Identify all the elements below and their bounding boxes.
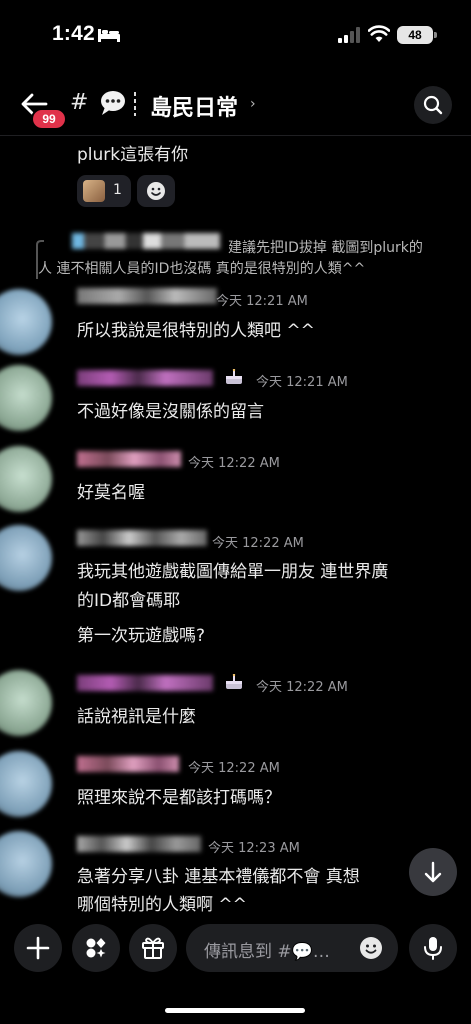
battery-tip: [434, 32, 437, 38]
message-timestamp: 今天 12:22 AM: [212, 536, 304, 551]
reaction-count: 1: [113, 182, 122, 198]
reaction-pill[interactable]: 1: [77, 175, 131, 207]
avatar[interactable]: [0, 289, 52, 355]
blurred-username: [77, 836, 201, 852]
reply-preview-line2[interactable]: 人 連不相關人員的ID也沒碼 真的是很特別的人類^^: [38, 258, 365, 278]
message-input[interactable]: 傳訊息到 #💬…: [186, 924, 398, 972]
message-timestamp: 今天 12:22 AM: [188, 456, 280, 471]
reply-preview-line1[interactable]: 建議先把ID拔掉 截圖到plurk的: [228, 237, 423, 257]
emoji-icon[interactable]: [358, 935, 384, 961]
add-reaction-button[interactable]: [137, 175, 175, 207]
message-text: 所以我說是很特別的人類吧 ^^: [77, 321, 315, 341]
cake-icon: [226, 369, 242, 384]
message-text: 照理來說不是都該打碼嗎？: [77, 788, 281, 808]
blurred-username: [77, 288, 217, 304]
message-timestamp: 今天 12:21 AM: [216, 294, 308, 309]
message-text: 哪個特別的人類啊 ^^: [77, 895, 247, 912]
blurred-username: [72, 233, 220, 249]
blurred-username: [77, 451, 181, 467]
message-timestamp: 今天 12:23 AM: [208, 841, 300, 856]
message-input-placeholder: 傳訊息到 #💬…: [204, 942, 330, 962]
message-text: 話說視訊是什麼: [77, 707, 196, 727]
message-timestamp: 今天 12:22 AM: [188, 761, 280, 776]
channel-hash-icon: #: [70, 90, 89, 115]
gift-button[interactable]: [129, 924, 177, 972]
channel-divider-icon: [134, 92, 136, 116]
channel-name[interactable]: 島民日常: [150, 90, 238, 122]
avatar[interactable]: [0, 365, 52, 431]
chevron-right-icon[interactable]: ›: [250, 96, 256, 112]
add-reaction-icon: [147, 182, 165, 200]
status-time: 1:42: [52, 22, 95, 45]
message-list[interactable]: plurk這張有你 1 建議先把ID拔掉 截圖到plurk的 人 連不相關人員的…: [0, 137, 471, 912]
home-indicator: [165, 1008, 305, 1013]
plus-icon: [26, 936, 50, 960]
apps-button[interactable]: [72, 924, 120, 972]
avatar[interactable]: [0, 751, 52, 817]
blurred-username: [77, 370, 213, 386]
message-text: plurk這張有你: [77, 145, 189, 165]
message-text: 好莫名喔: [77, 483, 145, 503]
arrow-down-icon: [424, 861, 442, 883]
message-text: 不過好像是沒關係的留言: [77, 402, 264, 422]
bed-icon: [98, 29, 120, 42]
add-attachment-button[interactable]: [14, 924, 62, 972]
blurred-username: [77, 530, 207, 546]
message-text: 的ID都會碼耶: [77, 591, 181, 611]
battery-indicator: 48: [397, 26, 433, 44]
avatar[interactable]: [0, 525, 52, 591]
cake-icon: [226, 674, 242, 689]
avatar[interactable]: [0, 446, 52, 512]
blurred-username: [77, 756, 179, 772]
reaction-sticker: [83, 180, 105, 202]
microphone-icon: [424, 937, 442, 960]
channel-header: 99 # 島民日常 ›: [0, 80, 471, 136]
search-button[interactable]: [414, 86, 452, 124]
search-icon: [423, 95, 443, 115]
unread-badge: 99: [31, 108, 67, 130]
avatar[interactable]: [0, 670, 52, 736]
message-timestamp: 今天 12:21 AM: [256, 375, 348, 390]
voice-message-button[interactable]: [409, 924, 457, 972]
message-text: 我玩其他遊戲截圖傳給單一朋友 連世界廣: [77, 562, 389, 582]
message-timestamp: 今天 12:22 AM: [256, 680, 348, 695]
speech-bubble-icon: [101, 91, 125, 115]
message-text: 第一次玩遊戲嗎?: [77, 626, 206, 646]
cellular-signal-icon: [338, 27, 360, 43]
apps-icon: [86, 938, 106, 958]
message-text: 急著分享八卦 連基本禮儀都不會 真想: [77, 867, 360, 887]
wifi-icon: [368, 25, 390, 42]
blurred-username: [77, 675, 213, 691]
jump-to-latest-button[interactable]: [409, 848, 457, 896]
gift-icon: [142, 937, 164, 959]
status-bar: 1:42 48: [0, 0, 471, 70]
avatar[interactable]: [0, 831, 52, 897]
